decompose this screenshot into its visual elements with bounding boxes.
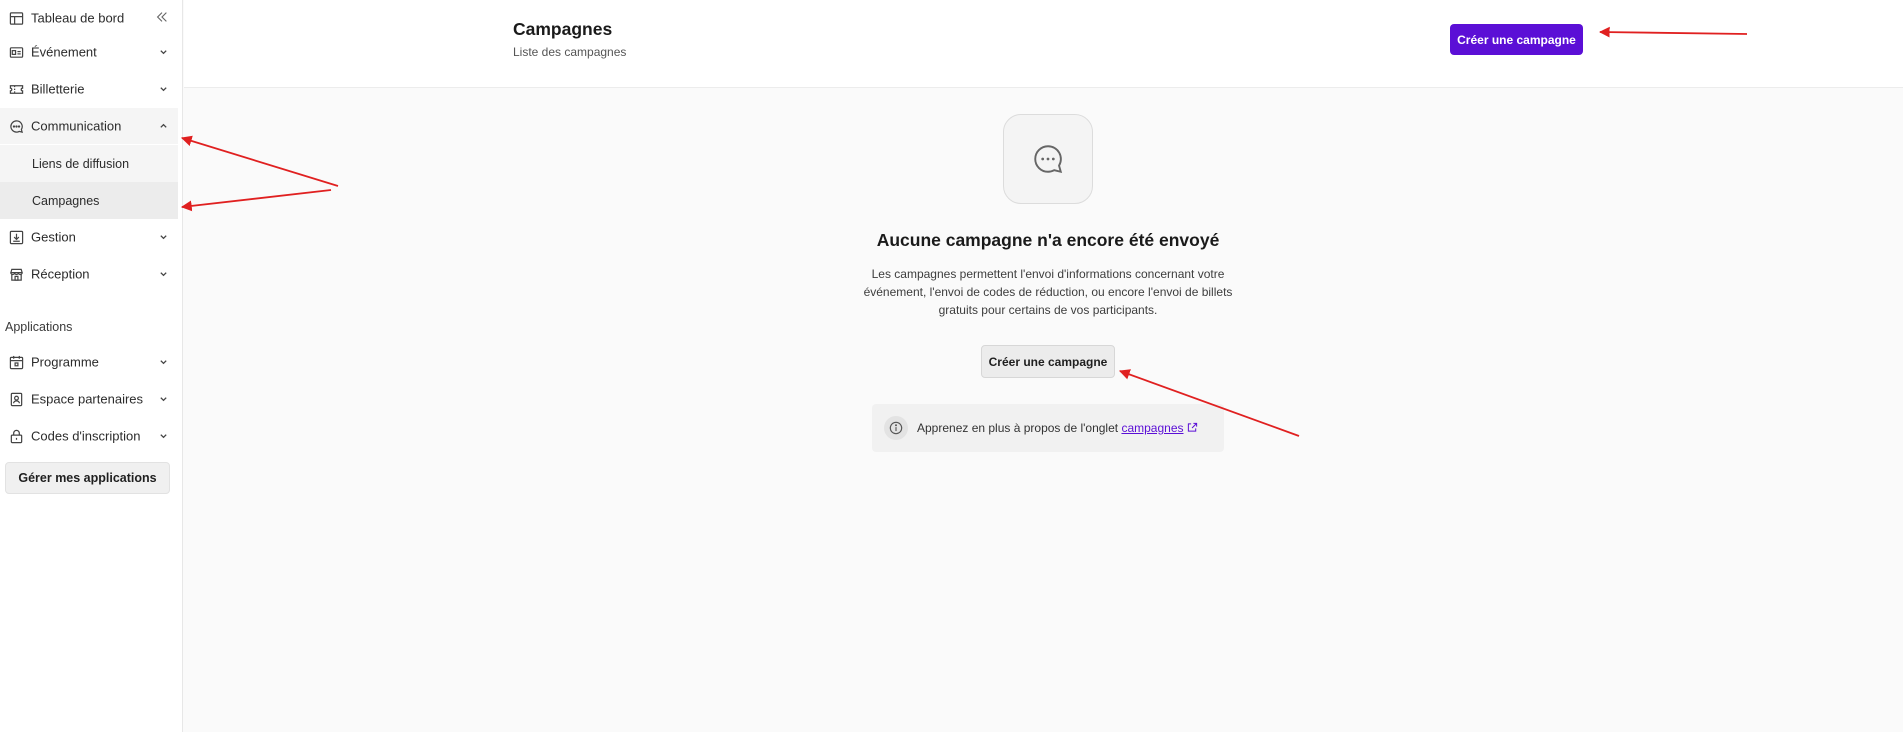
info-prefix: Apprenez en plus à propos de l'onglet (917, 421, 1119, 435)
info-text: Apprenez en plus à propos de l'onglet ca… (917, 421, 1198, 435)
chevron-down-icon (159, 395, 168, 404)
sidebar-item-programme[interactable]: Programme (0, 344, 178, 380)
chevron-up-icon (159, 122, 168, 131)
communication-submenu: Liens de diffusion Campagnes (0, 145, 178, 219)
page-subtitle: Liste des campagnes (513, 45, 627, 59)
sidebar: Tableau de bord Événement Billetterie Co… (0, 0, 183, 732)
chevron-down-icon (159, 432, 168, 441)
sidebar-item-reception[interactable]: Réception (0, 256, 178, 292)
sidebar-subitem-label: Campagnes (32, 193, 100, 208)
annotation-arrows (180, 26, 1748, 437)
id-card-icon (9, 45, 24, 60)
chat-icon (9, 119, 24, 134)
external-link-icon (1187, 422, 1197, 432)
store-icon (9, 267, 24, 282)
sidebar-item-label: Billetterie (31, 81, 85, 97)
sidebar-item-label: Programme (31, 354, 99, 370)
chat-bubble-icon (1003, 114, 1093, 204)
sidebar-item-codes-inscription[interactable]: Codes d'inscription (0, 418, 178, 454)
campaigns-help-link[interactable]: campagnes (1121, 421, 1197, 435)
empty-state-title: Aucune campagne n'a encore été envoyé (876, 230, 1220, 250)
chevron-down-icon (159, 85, 168, 94)
sidebar-item-tableau-de-bord[interactable]: Tableau de bord (0, 0, 178, 36)
info-callout: Apprenez en plus à propos de l'onglet ca… (872, 404, 1224, 452)
sidebar-item-label: Codes d'inscription (31, 428, 141, 444)
page-header: Campagnes Liste des campagnes Créer une … (184, 0, 1903, 88)
sidebar-item-label: Communication (31, 118, 122, 134)
contact-icon (9, 392, 24, 407)
layout-icon (9, 11, 24, 26)
download-icon (9, 230, 24, 245)
sidebar-item-communication[interactable]: Communication (0, 108, 178, 144)
info-icon (884, 416, 908, 440)
applications-section-label: Applications (5, 320, 73, 334)
sidebar-item-billetterie[interactable]: Billetterie (0, 71, 178, 107)
lock-icon (9, 429, 24, 444)
sidebar-item-label: Espace partenaires (31, 391, 144, 407)
create-campaign-button[interactable]: Créer une campagne (1450, 24, 1583, 55)
sidebar-item-gestion[interactable]: Gestion (0, 219, 178, 255)
manage-applications-button[interactable]: Gérer mes applications (5, 462, 170, 494)
sidebar-subitem-label: Liens de diffusion (32, 156, 130, 171)
sidebar-item-espace-partenaires[interactable]: Espace partenaires (0, 381, 178, 417)
sidebar-subitem-campagnes[interactable]: Campagnes (0, 182, 178, 219)
sidebar-subitem-liens-de-diffusion[interactable]: Liens de diffusion (0, 145, 178, 182)
sidebar-item-label: Événement (31, 44, 97, 60)
empty-state-description: Les campagnes permettent l'envoi d'infor… (863, 267, 1233, 317)
campaigns-help-link-label: campagnes (1121, 421, 1184, 435)
calendar-icon (9, 355, 24, 370)
annotation-arrow (180, 135, 339, 187)
create-campaign-empty-button[interactable]: Créer une campagne (981, 345, 1115, 378)
chevron-down-icon (159, 233, 168, 242)
sidebar-item-evenement[interactable]: Événement (0, 34, 178, 70)
chevron-down-icon (159, 48, 168, 57)
chevron-down-icon (159, 270, 168, 279)
chevron-down-icon (159, 358, 168, 367)
sidebar-item-label: Réception (31, 266, 90, 282)
sidebar-item-label: Tableau de bord (31, 10, 125, 26)
annotation-arrow (180, 189, 332, 212)
sidebar-item-label: Gestion (31, 229, 76, 245)
ticket-icon (9, 82, 24, 97)
collapse-sidebar-icon[interactable] (153, 8, 171, 26)
page-title: Campagnes (513, 19, 613, 39)
